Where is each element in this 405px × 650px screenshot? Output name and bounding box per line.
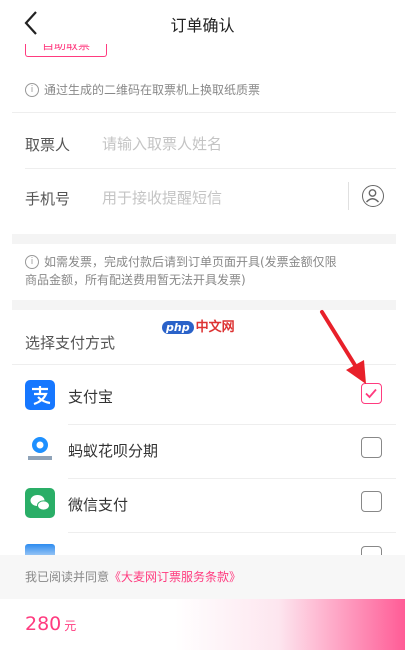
payment-option-huabei[interactable]: 蚂蚁花呗分期 (0, 424, 405, 478)
payment-option-more[interactable] (0, 532, 405, 555)
agreement-bar: 我已阅读并同意《大麦网订票服务条款》 (0, 555, 405, 599)
payment-checkbox-more[interactable] (361, 546, 382, 555)
huabei-icon (25, 434, 55, 464)
watermark-php: php (162, 321, 194, 334)
phone-label: 手机号 (25, 190, 71, 208)
payment-checkbox-wechat[interactable] (361, 491, 382, 512)
payment-section-title: 选择支付方式 (25, 334, 116, 352)
header-bar: 订单确认 (0, 0, 405, 44)
contact-picker-button[interactable] (362, 185, 384, 207)
invoice-note-line1: 如需发票，完成付款后请到订单页面开具(发票金额仅限 (44, 255, 337, 269)
info-icon: i (25, 83, 39, 97)
pickup-note: 通过生成的二维码在取票机上换取纸质票 (44, 83, 261, 97)
agreement-text: 我已阅读并同意《大麦网订票服务条款》 (25, 568, 241, 585)
payment-option-label: 微信支付 (68, 496, 129, 514)
phone-input[interactable] (102, 187, 332, 209)
alipay-icon (25, 380, 55, 410)
info-icon: i (25, 255, 39, 269)
red-arrow-annotation (320, 310, 366, 384)
watermark-text: 中文网 (195, 320, 235, 335)
person-icon (365, 189, 380, 203)
divider (12, 112, 396, 113)
section-gap (12, 234, 396, 244)
pickup-name-input[interactable] (102, 133, 362, 155)
divider (25, 168, 396, 169)
watermark: php 中文网 (162, 316, 235, 336)
payment-option-wechat[interactable]: 微信支付 (0, 478, 405, 532)
terms-link[interactable]: 《大麦网订票服务条款》 (109, 570, 241, 584)
checkout-bar: 280 元 (0, 599, 405, 650)
page-title: 订单确认 (170, 16, 235, 35)
invoice-note-line2: 商品金额，所有配送费用暂无法开具发票) (25, 273, 246, 287)
wechat-icon (25, 488, 55, 518)
payment-option-label: 蚂蚁花呗分期 (68, 442, 159, 460)
payment-option-label: 支付宝 (68, 388, 114, 406)
price-value: 280 (25, 613, 62, 635)
agreement-prefix: 我已阅读并同意 (25, 570, 110, 584)
submit-payment-button[interactable] (175, 599, 405, 650)
price-unit: 元 (64, 619, 77, 633)
pickup-name-label: 取票人 (25, 136, 71, 154)
total-price: 280 元 (25, 613, 76, 635)
divider (348, 182, 349, 210)
payment-checkbox-huabei[interactable] (361, 437, 382, 458)
card-icon (25, 544, 55, 555)
